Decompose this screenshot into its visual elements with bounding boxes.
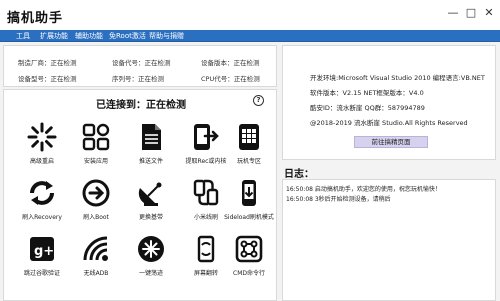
device-info-panel: 制造厂商：正在检测 设备代号：正在检测 设备版本：正在检测 设备型号：正在检测 …	[3, 45, 277, 87]
tool-one-click[interactable]: 一键荡迹	[124, 232, 178, 282]
close-button[interactable]: ✕	[482, 6, 496, 20]
wifi-signal-icon	[83, 236, 108, 261]
tablet-grid-icon	[239, 124, 259, 150]
version-label: 设备版本：正在检测	[201, 59, 260, 67]
tool-label: 刷入Recovery	[22, 214, 62, 221]
tool-label: 一键荡迹	[138, 270, 163, 277]
codename-label: 设备代号：正在检测	[112, 59, 171, 67]
usb-cable-icon	[193, 179, 219, 206]
tool-label: 更换基带	[138, 214, 163, 221]
tools-panel: 已连接到：正在检测 ? 高级重启 安装应用 推送文件 提取Rec或内核 玩机专区…	[3, 89, 277, 301]
screen-rotate-icon	[197, 235, 215, 263]
log-line: 16:50:08 启动搞机助手，欢迎您的使用，祝您玩机愉快！	[286, 186, 441, 193]
tool-wireless-adb[interactable]: 无线ADB	[69, 232, 123, 282]
tool-flash-recovery[interactable]: 刷入Recovery	[15, 176, 69, 226]
tool-label: Sideload刷机模式	[224, 214, 274, 221]
phone-sideload-icon	[242, 180, 256, 206]
menu-bar: 工具 扩展功能 辅助功能 免Root激活 帮助与捐赠	[0, 30, 500, 42]
google-plus-icon: g+	[30, 237, 54, 261]
cpu-label: CPU代号：正在检测	[201, 75, 260, 83]
menu-extensions[interactable]: 扩展功能	[40, 30, 68, 42]
tool-push-file[interactable]: 推送文件	[124, 120, 178, 170]
window-title: 搞机助手	[7, 11, 64, 26]
svg-text:g+: g+	[34, 244, 54, 259]
document-icon	[142, 124, 161, 150]
sync-arrows-icon	[30, 181, 54, 205]
satellite-dish-icon	[138, 182, 162, 206]
tool-flash-boot[interactable]: 刷入Boot	[69, 176, 123, 226]
tool-sideload[interactable]: Sideload刷机模式	[222, 176, 276, 226]
menu-noroot[interactable]: 免Root激活	[109, 30, 146, 42]
snowflake-icon	[138, 236, 164, 262]
phone-export-icon	[194, 124, 219, 150]
circle-arrow-icon	[82, 179, 110, 207]
tool-label: 安装应用	[83, 158, 108, 165]
tool-play-zone[interactable]: 玩机专区	[222, 120, 276, 170]
main-content: 制造厂商：正在检测 设备代号：正在检测 设备版本：正在检测 设备型号：正在检测 …	[0, 42, 500, 301]
coolapk-qq-text: 酷安ID：流水断崖 QQ群：587994789	[310, 104, 425, 112]
help-icon[interactable]: ?	[253, 95, 264, 106]
menu-help-donate[interactable]: 帮助与捐赠	[149, 30, 184, 42]
terminal-icon	[235, 235, 263, 263]
log-panel[interactable]: 16:50:08 启动搞机助手，欢迎您的使用，祝您玩机愉快！ 16:50:08 …	[282, 179, 496, 301]
manufacturer-label: 制造厂商：正在检测	[18, 59, 77, 67]
title-bar: 搞机助手 — □ ✕	[0, 0, 500, 30]
tool-advanced-reboot[interactable]: 高级重启	[15, 120, 69, 170]
maximize-button[interactable]: □	[464, 6, 478, 20]
tool-cmd[interactable]: CMD命令行	[222, 232, 276, 282]
tool-label: 玩机专区	[236, 158, 261, 165]
tool-label: 无线ADB	[83, 270, 109, 277]
qq-page-button[interactable]: 前往搞精页面	[354, 136, 428, 148]
loading-spinner-icon	[27, 122, 57, 152]
device-model-label: 设备型号：正在检测	[18, 75, 77, 83]
connection-status: 已连接到：正在检测	[96, 100, 186, 111]
tool-label: 跳过谷歌验证	[23, 270, 60, 277]
tool-skip-google[interactable]: g+ 跳过谷歌验证	[15, 232, 69, 282]
minimize-button[interactable]: —	[446, 6, 460, 20]
tool-label: 刷入Boot	[83, 214, 109, 221]
menu-assist[interactable]: 辅助功能	[75, 30, 103, 42]
menu-tools[interactable]: 工具	[16, 30, 30, 42]
tool-baseband[interactable]: 更换基带	[124, 176, 178, 226]
copyright-text: @2018-2019 流水断崖 Studio.All Rights Reserv…	[310, 119, 468, 127]
tool-label: 推送文件	[138, 158, 163, 165]
tool-install-app[interactable]: 安装应用	[69, 120, 123, 170]
tool-label: CMD命令行	[233, 270, 265, 277]
dev-env-text: 开发环境:Microsoft Visual Studio 2010 编程语言:V…	[310, 74, 485, 82]
version-text: 软件版本：V2.15 NET框架版本：V4.0	[310, 89, 424, 97]
log-title: 日志：	[284, 169, 314, 180]
serial-label: 序列号：正在检测	[112, 75, 164, 83]
app-grid-icon	[82, 123, 110, 151]
about-panel: 开发环境:Microsoft Visual Studio 2010 编程语言:V…	[282, 45, 496, 160]
tool-label: 高级重启	[29, 158, 54, 165]
log-line: 16:50:08 3秒后开始检测设备，请稍后	[286, 196, 391, 203]
